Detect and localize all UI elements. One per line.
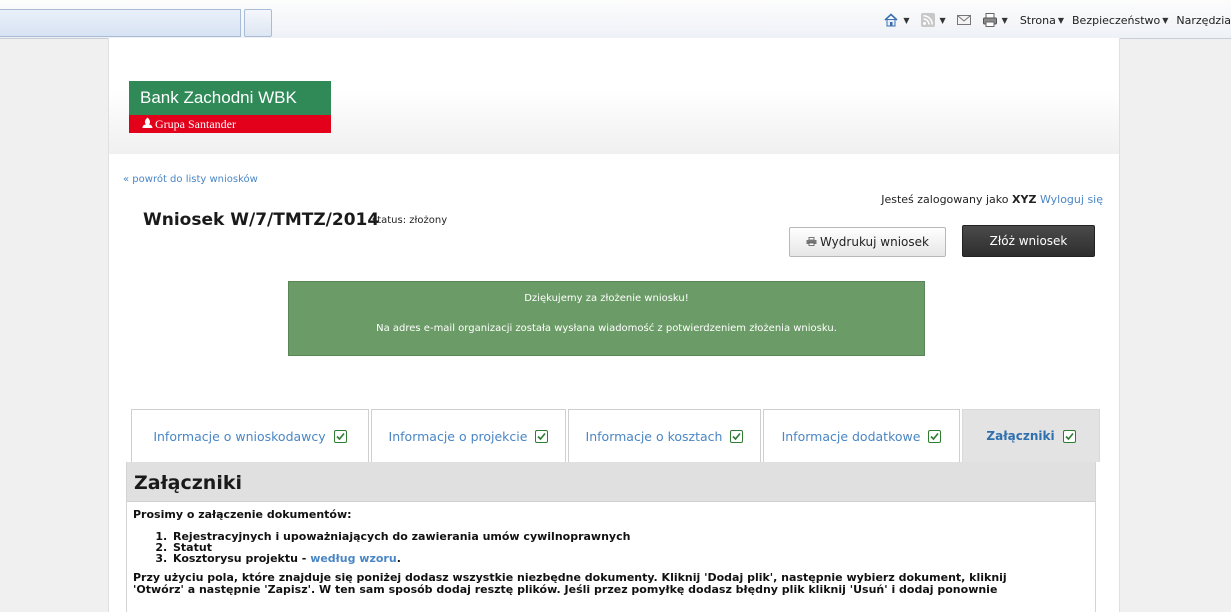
browser-toolbar: ▼ ▼ ▼ Strona ▼ Bezpieczeństwo ▼ Narzędzia <box>0 0 1231 39</box>
home-dropdown-icon[interactable]: ▼ <box>903 16 909 25</box>
header: Bank Zachodni WBK Grupa Santander <box>109 38 1119 154</box>
tab-costs-info[interactable]: Informacje o kosztach <box>568 409 761 462</box>
instructions-line: 'Otwórz' a następnie 'Zapisz'. W ten sam… <box>133 583 998 596</box>
success-notice-message: Na adres e-mail organizacji została wysł… <box>376 323 837 334</box>
logged-in-prefix: Jesteś zalogowany jako <box>881 193 1009 206</box>
template-link[interactable]: według wzoru <box>310 552 397 565</box>
check-icon <box>1062 429 1076 443</box>
security-menu-chevron-icon[interactable]: ▼ <box>1162 16 1168 25</box>
user-status: Jesteś zalogowany jako XYZ Wyloguj się <box>881 193 1103 206</box>
document-list: Rejestracyjnych i upoważniających do zaw… <box>133 531 1089 564</box>
attachments-body: Prosimy o załączenie dokumentów: Rejestr… <box>127 502 1095 596</box>
list-item: Rejestracyjnych i upoważniających do zaw… <box>171 531 1089 542</box>
logout-link[interactable]: Wyloguj się <box>1040 193 1103 206</box>
page-menu-chevron-icon[interactable]: ▼ <box>1058 16 1064 25</box>
tab-label: Informacje o projekcie <box>388 428 528 444</box>
rss-icon[interactable] <box>920 12 936 28</box>
rss-dropdown-icon[interactable]: ▼ <box>940 16 946 25</box>
logo-group-bar: Grupa Santander <box>129 115 331 133</box>
home-icon[interactable] <box>883 12 899 28</box>
back-to-list-link[interactable]: « powrót do listy wniosków <box>123 174 258 185</box>
check-icon <box>928 429 942 443</box>
print-application-button[interactable]: Wydrukuj wniosek <box>789 227 946 257</box>
logo-group-name: Grupa Santander <box>155 117 236 131</box>
page-title: Wniosek W/7/TMTZ/2014 <box>143 210 380 230</box>
success-notice: Dziękujemy za złożenie wniosku! Na adres… <box>288 281 925 356</box>
bank-logo[interactable]: Bank Zachodni WBK Grupa Santander <box>129 81 331 133</box>
username: XYZ <box>1012 193 1037 206</box>
command-bar: ▼ ▼ ▼ Strona ▼ Bezpieczeństwo ▼ Narzędzia <box>881 10 1231 30</box>
print-dropdown-icon[interactable]: ▼ <box>1002 16 1008 25</box>
tab-additional-info[interactable]: Informacje dodatkowe <box>763 409 960 462</box>
list-item-text: Kosztorysu projektu - <box>173 552 311 565</box>
check-icon <box>535 429 549 443</box>
attachments-intro: Prosimy o załączenie dokumentów: <box>133 508 352 521</box>
tab-label: Informacje o wnioskodawcy <box>153 428 326 444</box>
print-icon[interactable] <box>982 12 998 28</box>
tab-project-info[interactable]: Informacje o projekcie <box>371 409 566 462</box>
new-tab-button[interactable] <box>244 9 272 37</box>
menu-page[interactable]: Strona <box>1020 14 1056 27</box>
submit-application-button[interactable]: Złóż wniosek <box>962 225 1095 257</box>
santander-flame-icon <box>142 117 153 135</box>
check-icon <box>730 429 744 443</box>
menu-security[interactable]: Bezpieczeństwo <box>1072 14 1160 27</box>
application-status: status: złożony <box>372 215 448 226</box>
browser-tab[interactable] <box>0 9 241 37</box>
menu-tools[interactable]: Narzędzia <box>1176 14 1231 27</box>
printer-icon <box>806 235 817 249</box>
print-application-label: Wydrukuj wniosek <box>820 235 929 249</box>
section-heading: Załączniki <box>127 462 1095 502</box>
attachments-panel: Załączniki Prosimy o załączenie dokument… <box>126 462 1096 612</box>
logo-bank-name: Bank Zachodni WBK <box>129 81 331 115</box>
tab-label: Informacje o kosztach <box>585 428 723 444</box>
tab-label: Załączniki <box>986 429 1055 443</box>
check-icon <box>333 429 347 443</box>
page-container: Bank Zachodni WBK Grupa Santander « powr… <box>108 38 1120 612</box>
tab-applicant-info[interactable]: Informacje o wnioskodawcy <box>131 409 369 462</box>
upload-instructions: Przy użyciu pola, które znajduje się pon… <box>133 572 1089 596</box>
list-item: Kosztorysu projektu - według wzoru. <box>171 553 1089 564</box>
list-item-suffix: . <box>396 552 401 565</box>
mail-icon[interactable] <box>956 12 972 28</box>
success-notice-title: Dziękujemy za złożenie wniosku! <box>524 293 689 304</box>
tab-attachments[interactable]: Załączniki <box>962 409 1100 462</box>
tab-label: Informacje dodatkowe <box>781 428 921 444</box>
